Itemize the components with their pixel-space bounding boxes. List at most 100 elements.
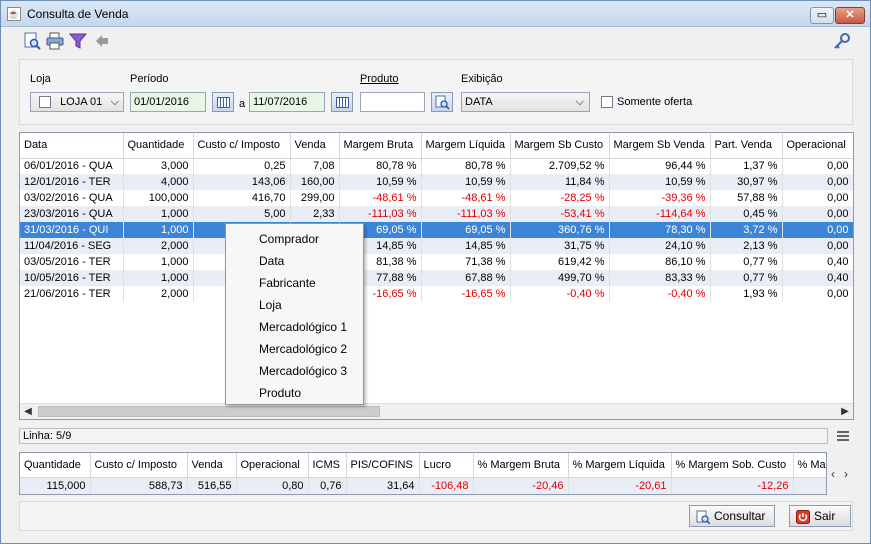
table-cell: 96,44 % (609, 158, 711, 174)
totals-column-header: PIS/COFINS (346, 453, 420, 478)
totals-column-header: % Margem Bruta (473, 453, 569, 478)
table-row[interactable]: 23/03/2016 - QUA 1,000 5,00 2,33 -111,03 % -1… (20, 206, 853, 222)
table-cell: 0,45 % (710, 206, 783, 222)
close-icon: ✕ (845, 9, 855, 21)
filter-icon[interactable] (68, 32, 88, 50)
totals-column-header: Lucro (419, 453, 474, 478)
somente-oferta-checkbox[interactable] (601, 96, 613, 108)
close-button[interactable]: ✕ (835, 7, 865, 24)
sales-grid: Data Quantidade Custo c/ Imposto Venda Marge… (19, 132, 854, 420)
consultar-button[interactable]: Consultar (689, 505, 775, 527)
sair-button[interactable]: Sair (789, 505, 851, 527)
context-menu: Comprador Data Fabricante Loja Mercadológico… (225, 223, 364, 405)
table-row[interactable]: 12/01/2016 - TER 4,000 143,06 160,00 10,59 %… (20, 174, 853, 190)
table-cell: 2,000 (123, 286, 194, 302)
context-menu-item[interactable]: Comprador (226, 228, 363, 250)
table-cell: 0,25 (193, 158, 291, 174)
column-header[interactable]: Operacional (782, 133, 853, 159)
totals-next-icon[interactable]: › (844, 467, 848, 481)
table-cell: 1,000 (123, 222, 194, 238)
column-header[interactable]: Quantidade (123, 133, 194, 159)
search-doc-icon[interactable] (23, 32, 41, 50)
produto-search-button[interactable] (431, 92, 453, 112)
loja-combo[interactable]: LOJA 01 ⌵ (30, 92, 124, 112)
calendar-icon (336, 97, 349, 108)
table-cell: 360,76 % (510, 222, 610, 238)
table-cell: 0,77 % (710, 270, 783, 286)
table-cell: 03/02/2016 - QUA (20, 190, 124, 206)
toolbar (1, 28, 870, 56)
totals-prev-icon[interactable]: ‹ (831, 467, 835, 481)
scroll-left-icon[interactable]: ◀ (20, 404, 36, 419)
back-arrow-icon[interactable] (93, 32, 111, 50)
status-bar: Linha: 5/9 (19, 428, 828, 444)
totals-cell: -20,61 (568, 477, 672, 494)
horizontal-scrollbar[interactable]: ◀ ▶ (20, 403, 853, 419)
table-row[interactable]: 31/03/2016 - QUI 1,000 69,05 % 69,05 % 360,7… (20, 222, 853, 238)
table-cell: 31/03/2016 - QUI (20, 222, 124, 238)
exibicao-value: DATA (465, 96, 493, 108)
table-cell: -114,64 % (609, 206, 711, 222)
column-header[interactable]: Venda (290, 133, 340, 159)
print-icon[interactable] (46, 32, 64, 50)
table-cell: -111,03 % (339, 206, 422, 222)
totals-column-header: % Margem Líquida (568, 453, 672, 478)
scroll-thumb[interactable] (38, 406, 380, 417)
calendar-from-button[interactable] (212, 92, 234, 112)
column-header[interactable]: Margem Líquida (421, 133, 511, 159)
date-separator: a (239, 98, 246, 110)
context-menu-item[interactable]: Fabricante (226, 272, 363, 294)
totals-column-header: % Ma (793, 453, 826, 478)
menu-icon[interactable] (837, 431, 849, 441)
produto-field[interactable] (360, 92, 425, 112)
table-cell: -111,03 % (421, 206, 511, 222)
column-header[interactable]: Margem Sb Custo (510, 133, 610, 159)
exibicao-combo[interactable]: DATA ⌵ (461, 92, 590, 112)
produto-label[interactable]: Produto (360, 73, 399, 85)
table-cell: 0,40 (782, 254, 853, 270)
context-menu-item[interactable]: Mercadológico 2 (226, 338, 363, 360)
context-menu-item[interactable]: Mercadológico 1 (226, 316, 363, 338)
context-menu-item[interactable]: Data (226, 250, 363, 272)
table-cell: 416,70 (193, 190, 291, 206)
context-menu-item[interactable]: Loja (226, 294, 363, 316)
table-row[interactable]: 10/05/2016 - TER 1,000 77,88 % 67,88 % 499,7… (20, 270, 853, 286)
column-header[interactable]: Margem Bruta (339, 133, 422, 159)
table-cell: 1,37 % (710, 158, 783, 174)
table-cell: 23/03/2016 - QUA (20, 206, 124, 222)
table-cell: 299,00 (290, 190, 340, 206)
table-cell: 0,00 (782, 286, 853, 302)
table-cell: 7,08 (290, 158, 340, 174)
column-header[interactable]: Margem Sb Venda (609, 133, 711, 159)
table-row[interactable]: 21/06/2016 - TER 2,000 -16,65 % -16,65 % -0,… (20, 286, 853, 302)
table-row[interactable]: 03/02/2016 - QUA 100,000 416,70 299,00 -48,6… (20, 190, 853, 206)
table-row[interactable]: 11/04/2016 - SEG 2,000 14,85 % 14,85 % 31,75… (20, 238, 853, 254)
table-cell: 11/04/2016 - SEG (20, 238, 124, 254)
table-cell: 0,00 (782, 158, 853, 174)
context-menu-item[interactable]: Mercadológico 3 (226, 360, 363, 382)
table-cell: 2,000 (123, 238, 194, 254)
column-header[interactable]: Part. Venda (710, 133, 783, 159)
date-from-field[interactable]: 01/01/2016 (130, 92, 206, 112)
column-header[interactable]: Custo c/ Imposto (193, 133, 291, 159)
table-cell: 03/05/2016 - TER (20, 254, 124, 270)
restore-button[interactable]: ▭ (810, 7, 834, 24)
table-cell: -53,41 % (510, 206, 610, 222)
table-cell: 0,00 (782, 206, 853, 222)
totals-cell (793, 477, 826, 494)
key-icon[interactable] (833, 32, 851, 50)
chevron-down-icon: ⌵ (575, 96, 584, 108)
table-row[interactable]: 03/05/2016 - TER 1,000 81,38 % 71,38 % 619,4… (20, 254, 853, 270)
calendar-to-button[interactable] (331, 92, 353, 112)
table-cell: 0,00 (782, 238, 853, 254)
table-cell: 4,000 (123, 174, 194, 190)
table-cell: -0,40 % (510, 286, 610, 302)
table-row[interactable]: 06/01/2016 - QUA 3,000 0,25 7,08 80,78 % 80,7… (20, 158, 853, 174)
search-icon (435, 95, 450, 110)
table-cell: -0,40 % (609, 286, 711, 302)
context-menu-item[interactable]: Produto (226, 382, 363, 404)
date-to-field[interactable]: 11/07/2016 (249, 92, 325, 112)
loja-checkbox[interactable] (39, 96, 51, 109)
column-header[interactable]: Data (20, 133, 124, 159)
scroll-right-icon[interactable]: ▶ (837, 404, 853, 419)
